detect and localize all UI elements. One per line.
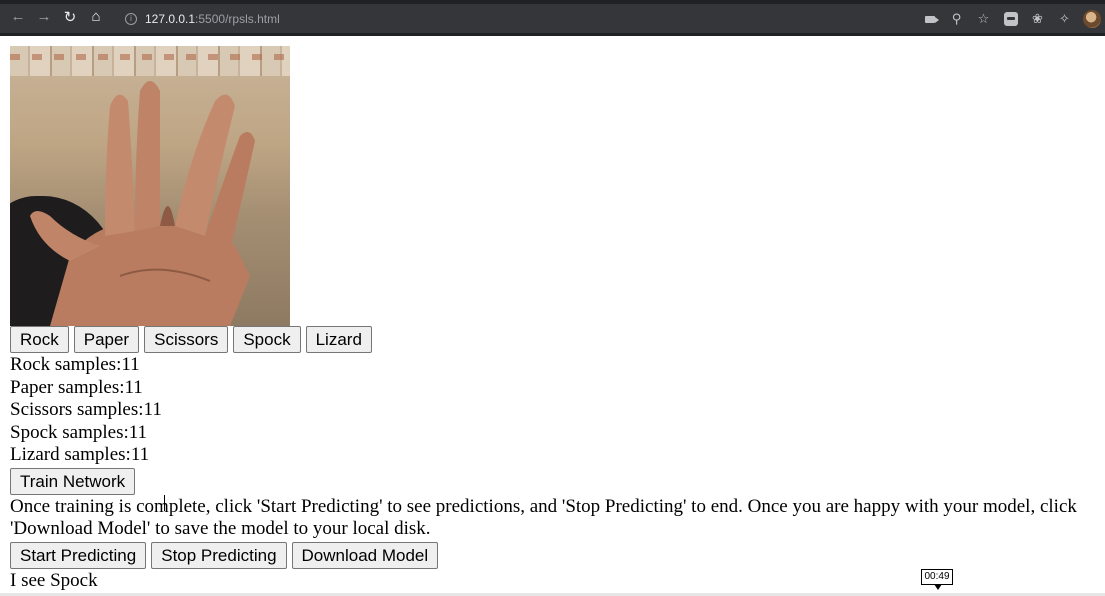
toolbar-icons: ⚲ ☆ ❀ ✧ bbox=[916, 6, 1105, 32]
camera-icon[interactable] bbox=[916, 6, 943, 32]
puzzle-icon[interactable]: ✧ bbox=[1051, 6, 1078, 32]
extension-icon[interactable] bbox=[997, 6, 1024, 32]
text-cursor-icon bbox=[164, 495, 166, 511]
lizard-count: Lizard samples:11 bbox=[10, 444, 150, 465]
info-icon[interactable]: i bbox=[125, 13, 137, 25]
spock-button[interactable]: Spock bbox=[233, 326, 301, 353]
rock-count: Rock samples:11 bbox=[10, 354, 140, 375]
back-arrow-icon[interactable]: ← bbox=[5, 4, 31, 30]
zoom-icon[interactable]: ⚲ bbox=[943, 6, 970, 32]
scissors-button[interactable]: Scissors bbox=[144, 326, 229, 353]
rock-button[interactable]: Rock bbox=[10, 326, 69, 353]
train-network-button[interactable]: Train Network bbox=[10, 467, 136, 495]
stop-predicting-button[interactable]: Stop Predicting bbox=[151, 541, 287, 569]
browser-toolbar: ← → ↻ ⌂ i 127.0.0.1:5500/rpsls.html ⚲ ☆ … bbox=[0, 0, 1105, 36]
predict-button-row: Start Predicting Stop Predicting Downloa… bbox=[10, 541, 1100, 569]
sample-counts: Rock samples:11 Paper samples:11 Scissor… bbox=[10, 354, 1100, 467]
forward-arrow-icon[interactable]: → bbox=[31, 4, 57, 30]
spock-count: Spock samples:11 bbox=[10, 421, 148, 443]
webcam-video bbox=[10, 46, 290, 326]
home-icon[interactable]: ⌂ bbox=[83, 4, 109, 30]
paper-count: Paper samples:11 bbox=[10, 376, 143, 398]
download-model-button[interactable]: Download Model bbox=[291, 541, 439, 569]
star-icon[interactable]: ☆ bbox=[970, 6, 997, 32]
page-content: Rock Paper Scissors Spock Lizard Rock sa… bbox=[10, 46, 1100, 592]
url-path: :5500/rpsls.html bbox=[195, 12, 280, 26]
profile-avatar[interactable] bbox=[1078, 6, 1105, 32]
reload-icon[interactable]: ↻ bbox=[57, 4, 83, 30]
paper-button[interactable]: Paper bbox=[73, 326, 140, 353]
url-host: 127.0.0.1 bbox=[145, 12, 196, 26]
instructions-text: Once training is complete, click 'Start … bbox=[10, 495, 1077, 539]
lizard-button[interactable]: Lizard bbox=[305, 326, 372, 353]
timestamp-tooltip: 00:49 bbox=[921, 569, 953, 590]
address-bar[interactable]: i 127.0.0.1:5500/rpsls.html bbox=[117, 8, 907, 30]
class-button-row: Rock Paper Scissors Spock Lizard bbox=[10, 326, 1100, 353]
start-predicting-button[interactable]: Start Predicting bbox=[10, 541, 147, 569]
leaf-extension-icon[interactable]: ❀ bbox=[1024, 6, 1051, 32]
scissors-count: Scissors samples:11 bbox=[10, 399, 162, 420]
